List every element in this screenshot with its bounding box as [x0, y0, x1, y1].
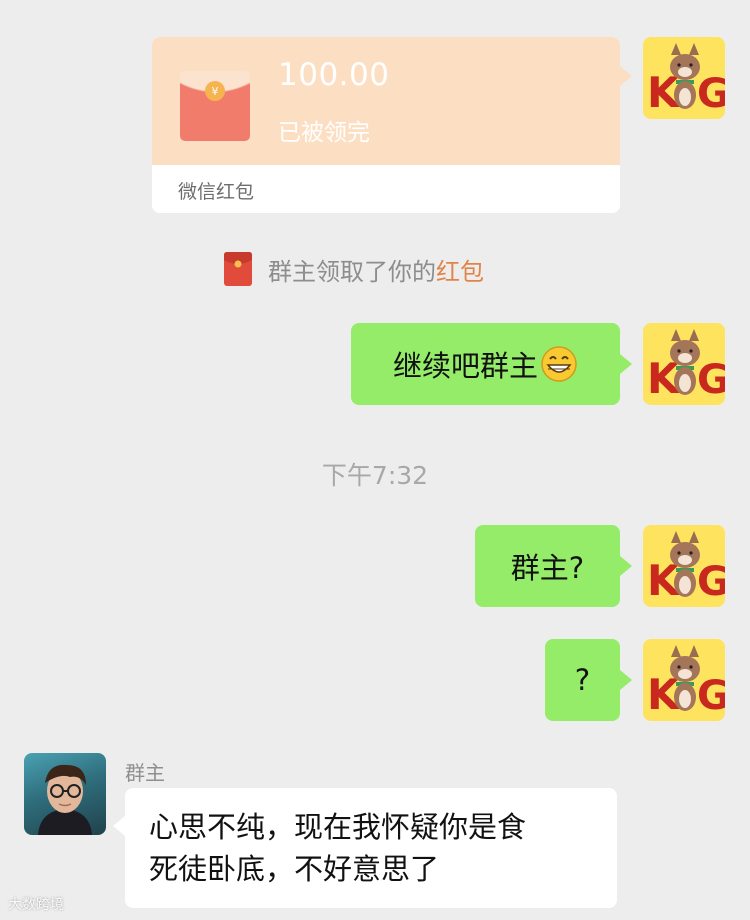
king-dog-avatar: K G	[647, 329, 725, 403]
red-packet-card[interactable]: ¥ 100.00 已被领完 微信红包	[152, 37, 620, 213]
message-text: 心思不纯，现在我怀疑你是食 死徒卧底，不好意思了	[149, 806, 597, 890]
grinning-face-icon	[541, 346, 577, 382]
sender-avatar[interactable]	[24, 753, 106, 835]
king-dog-avatar: K G	[647, 531, 725, 605]
king-dog-avatar: K G	[647, 43, 725, 117]
avatar-letter-g: G	[697, 71, 725, 117]
bubble-tail	[620, 670, 632, 690]
watermark: 大数跨境	[8, 897, 64, 913]
red-packet-top: ¥ 100.00 已被领完	[152, 37, 620, 165]
message-line: 死徒卧底，不好意思了	[149, 852, 440, 886]
sent-message-bubble[interactable]: 继续吧群主	[351, 323, 620, 405]
self-avatar[interactable]: K G	[643, 323, 725, 405]
sent-message-bubble[interactable]: 群主?	[475, 525, 620, 607]
message-line: 心思不纯，现在我怀疑你是食	[149, 810, 527, 844]
self-avatar[interactable]: K G	[643, 37, 725, 119]
bubble-tail	[620, 556, 632, 576]
red-envelope-icon: ¥	[180, 71, 250, 141]
bubble-tail	[620, 354, 632, 374]
notice-text: 群主领取了你的	[268, 257, 436, 286]
svg-text:G: G	[697, 673, 725, 719]
message-timestamp: 下午7:32	[321, 461, 429, 490]
message-text: ?	[574, 663, 591, 697]
red-packet-amount: 100.00	[278, 57, 390, 93]
sender-name: 群主	[125, 761, 165, 785]
red-packet-label: 微信红包	[178, 181, 255, 203]
red-packet-status: 已被领完	[278, 120, 370, 146]
self-avatar[interactable]: K G	[643, 639, 725, 721]
red-packet-icon	[224, 252, 252, 286]
svg-text:G: G	[697, 559, 725, 605]
svg-text:¥: ¥	[212, 85, 219, 98]
wizard-portrait-avatar	[38, 764, 92, 835]
sent-message-bubble[interactable]: ?	[545, 639, 620, 721]
bubble-tail	[113, 816, 125, 836]
king-dog-avatar: K G	[647, 645, 725, 719]
system-notice: 群主领取了你的 红包	[224, 252, 484, 286]
bubble-tail	[620, 66, 632, 86]
red-packet-footer: 微信红包	[152, 165, 620, 213]
svg-text:G: G	[697, 357, 725, 403]
notice-red-packet-link[interactable]: 红包	[436, 252, 484, 287]
message-text: 继续吧群主	[392, 349, 538, 383]
self-avatar[interactable]: K G	[643, 525, 725, 607]
message-text: 群主?	[510, 551, 585, 585]
received-message-bubble[interactable]: 心思不纯，现在我怀疑你是食 死徒卧底，不好意思了	[125, 788, 617, 908]
